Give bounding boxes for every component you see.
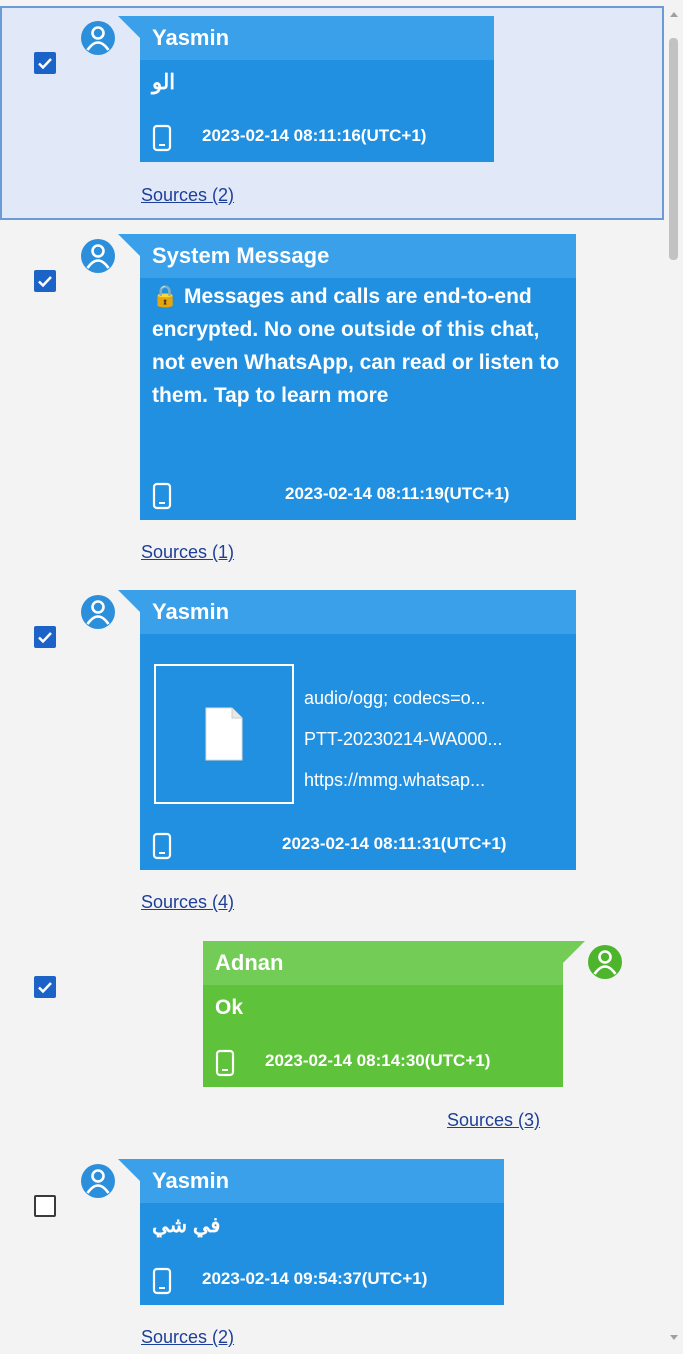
attachment-filename: PTT-20230214-WA000... [304, 729, 503, 749]
message-bubble[interactable]: Yasmin الو 2023-02-14 08:11:16(UTC+1) [118, 16, 494, 162]
message-checkbox[interactable] [34, 270, 56, 292]
vertical-scrollbar[interactable] [664, 0, 683, 1354]
sender-name: System Message [140, 234, 576, 278]
message-bubble[interactable]: Yasmin في شي 2023-02-14 09:54:37(UTC+1) [118, 1159, 504, 1305]
message-list: Yasmin الو 2023-02-14 08:11:16(UTC+1) So… [0, 0, 664, 1354]
phone-icon [215, 1049, 235, 1077]
timestamp: 2023-02-14 08:14:30(UTC+1) [265, 1051, 491, 1070]
user-avatar-icon [81, 21, 115, 55]
sender-name: Yasmin [140, 16, 494, 60]
timestamp: 2023-02-14 09:54:37(UTC+1) [202, 1269, 428, 1288]
message-bubble[interactable]: System Message 🔒 Messages and calls are … [118, 234, 576, 520]
message-text: Ok [215, 996, 244, 1019]
message-text: في شي [152, 1214, 221, 1237]
attachment-url[interactable]: https://mmg.whatsap... [304, 760, 502, 801]
sender-name: Adnan [203, 941, 563, 985]
attachment-thumbnail[interactable] [154, 664, 294, 804]
sender-name: Yasmin [140, 1159, 504, 1203]
sources-link[interactable]: Sources (3) [447, 1110, 540, 1131]
timestamp: 2023-02-14 08:11:19(UTC+1) [285, 484, 510, 503]
phone-icon [152, 832, 172, 860]
user-avatar-icon [588, 945, 622, 979]
scroll-down-arrow-icon[interactable] [670, 1335, 678, 1340]
sender-name: Yasmin [140, 590, 576, 634]
message-text: الو [152, 71, 176, 94]
user-avatar-icon [81, 595, 115, 629]
message-text: 🔒 Messages and calls are end-to-end encr… [152, 285, 560, 407]
message-checkbox[interactable] [34, 52, 56, 74]
phone-icon [152, 482, 172, 510]
user-avatar-icon [81, 239, 115, 273]
phone-icon [152, 1267, 172, 1295]
attachment-info: audio/ogg; codecs=o... PTT-20230214-WA00… [304, 678, 502, 801]
sources-link[interactable]: Sources (2) [141, 185, 234, 206]
sources-link[interactable]: Sources (4) [141, 892, 234, 913]
sources-link[interactable]: Sources (1) [141, 542, 234, 563]
message-checkbox[interactable] [34, 976, 56, 998]
user-avatar-icon [81, 1164, 115, 1198]
scroll-up-arrow-icon[interactable] [670, 12, 678, 17]
phone-icon [152, 124, 172, 152]
sources-link[interactable]: Sources (2) [141, 1327, 234, 1348]
message-checkbox[interactable] [34, 1195, 56, 1217]
message-checkbox[interactable] [34, 626, 56, 648]
scrollbar-thumb[interactable] [669, 38, 678, 260]
message-bubble[interactable]: Adnan Ok 2023-02-14 08:14:30(UTC+1) [203, 941, 585, 1087]
timestamp: 2023-02-14 08:11:31(UTC+1) [282, 834, 507, 853]
file-icon [205, 707, 243, 761]
attachment-mime: audio/ogg; codecs=o... [304, 688, 486, 708]
timestamp: 2023-02-14 08:11:16(UTC+1) [202, 126, 427, 145]
message-bubble[interactable]: Yasmin audio/ogg; codecs=o... PTT-202302… [118, 590, 576, 870]
